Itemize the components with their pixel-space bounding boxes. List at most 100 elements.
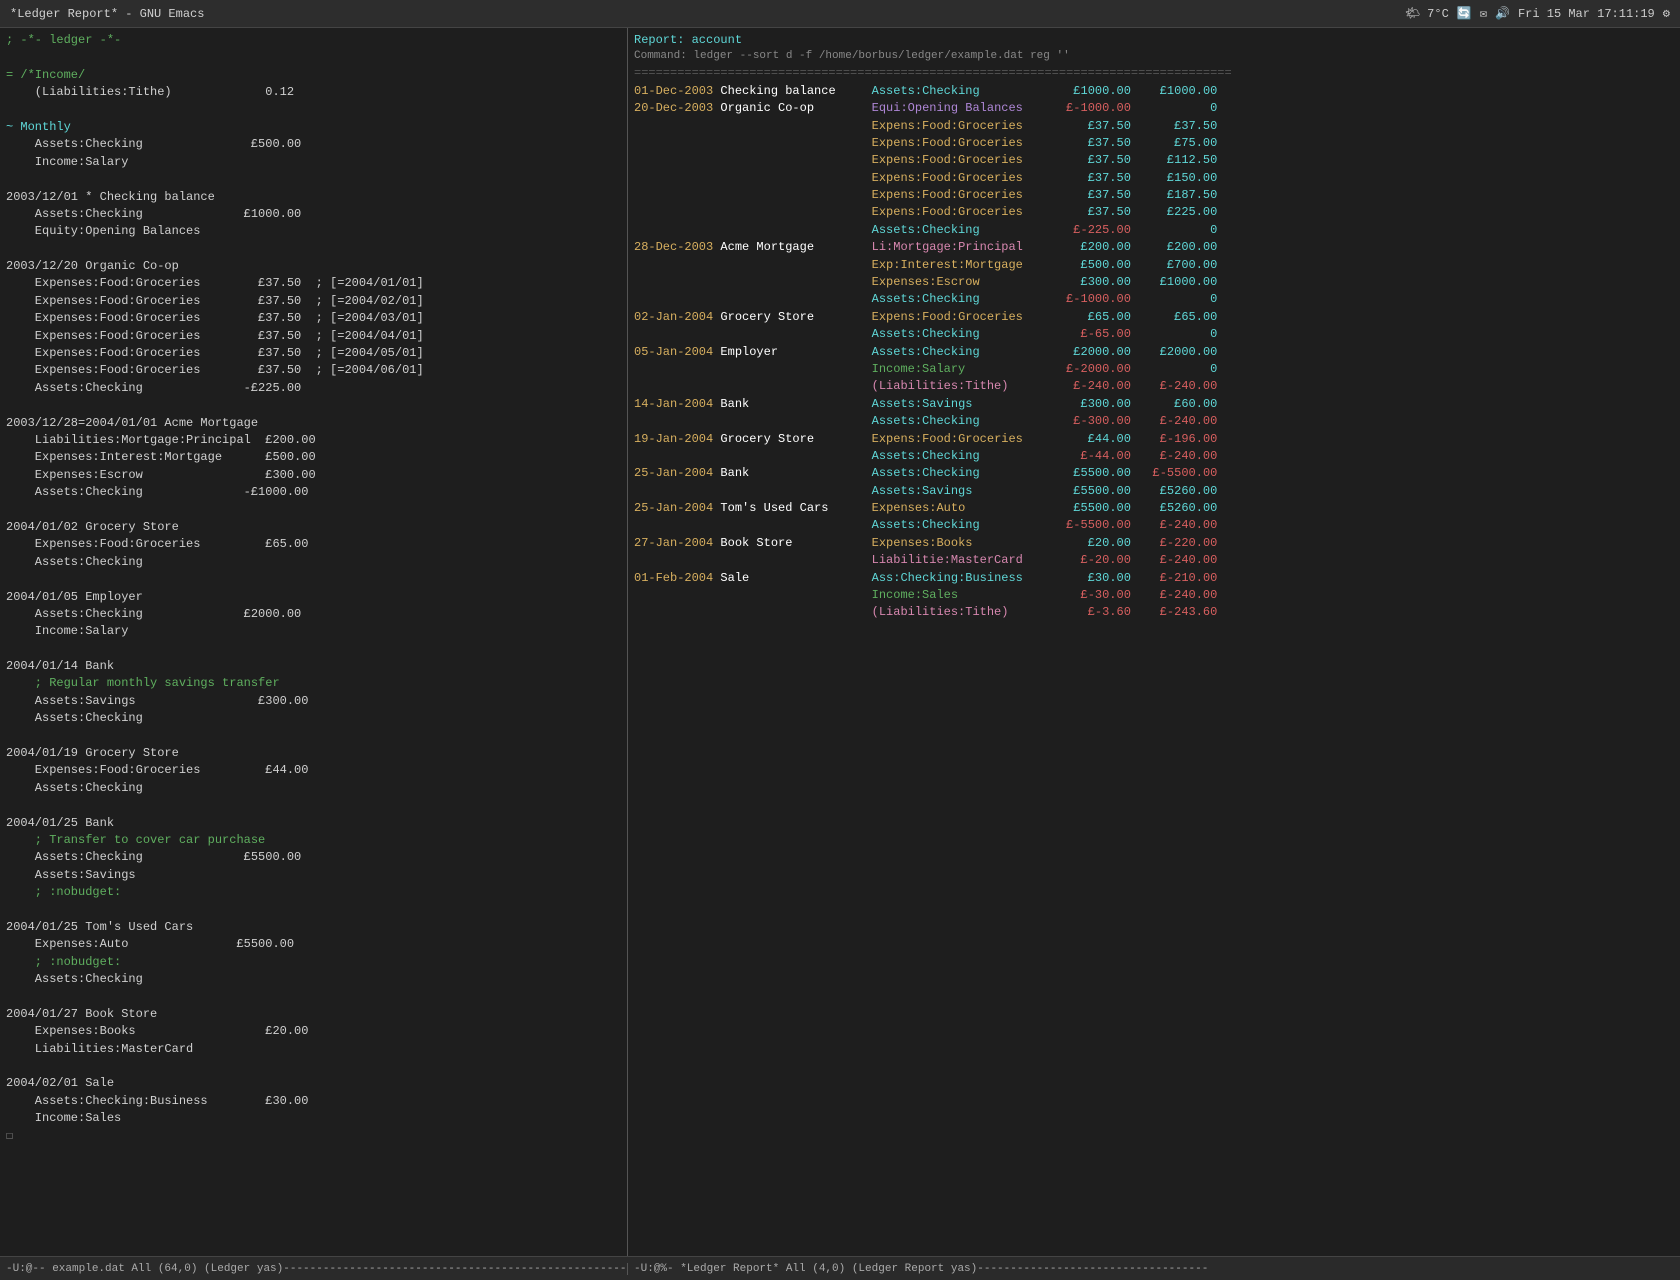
tx-amount: £500.00 — [1059, 258, 1131, 272]
tx-amount: £-3.60 — [1059, 605, 1131, 619]
tx-amount: £-225.00 — [1059, 223, 1131, 237]
tx-account: Assets:Checking — [872, 414, 980, 428]
right-pane[interactable]: Report: accountCommand: ledger --sort d … — [628, 28, 1680, 1256]
tx-date: 01-Feb-2004 — [634, 571, 713, 585]
tx-amount: £5500.00 — [1059, 484, 1131, 498]
report-row: 27-Jan-2004 Book Store Expenses:Books £2… — [634, 535, 1674, 552]
report-row: Expens:Food:Groceries £37.50 £112.50 — [634, 152, 1674, 169]
statusbar-right: -U:@%- *Ledger Report* All (4,0) (Ledger… — [628, 1263, 1680, 1275]
statusbar: -U:@-- example.dat All (64,0) (Ledger ya… — [0, 1256, 1680, 1280]
left-line: 2004/01/14 Bank — [6, 658, 621, 675]
tx-desc: Grocery Store — [720, 310, 814, 324]
report-row: Expens:Food:Groceries £37.50 £150.00 — [634, 170, 1674, 187]
tx-total: £60.00 — [1145, 397, 1217, 411]
tx-total: £1000.00 — [1145, 275, 1217, 289]
report-row: Expens:Food:Groceries £37.50 £75.00 — [634, 135, 1674, 152]
tx-total: £37.50 — [1145, 119, 1217, 133]
tx-amount: £37.50 — [1059, 153, 1131, 167]
tx-total: £-220.00 — [1145, 536, 1217, 550]
tx-total: 0 — [1145, 292, 1217, 306]
left-line: Assets:Checking — [6, 554, 621, 571]
left-line: Expenses:Escrow £300.00 — [6, 467, 621, 484]
left-line: ; Transfer to cover car purchase — [6, 832, 621, 849]
left-line: 2004/01/19 Grocery Store — [6, 745, 621, 762]
tx-desc: Acme Mortgage — [720, 240, 814, 254]
report-row: Assets:Checking £-300.00 £-240.00 — [634, 413, 1674, 430]
left-editor: ; -*- ledger -*- = /*Income/ (Liabilitie… — [6, 32, 621, 1145]
right-report: Report: accountCommand: ledger --sort d … — [634, 32, 1674, 622]
left-line: Expenses:Food:Groceries £37.50 ; [=2004/… — [6, 310, 621, 327]
tx-account: Assets:Checking — [872, 223, 980, 237]
audio-icon: 🔊 — [1495, 6, 1510, 21]
left-line — [6, 502, 621, 519]
left-line: Liabilities:Mortgage:Principal £200.00 — [6, 432, 621, 449]
left-line: 2004/01/05 Employer — [6, 589, 621, 606]
tx-account: Li:Mortgage:Principal — [872, 240, 1023, 254]
report-row: 01-Dec-2003 Checking balance Assets:Chec… — [634, 83, 1674, 100]
left-line: Expenses:Food:Groceries £37.50 ; [=2004/… — [6, 328, 621, 345]
tx-total: £-240.00 — [1145, 414, 1217, 428]
tx-amount: £-1000.00 — [1059, 101, 1131, 115]
tx-account: Assets:Checking — [872, 292, 980, 306]
tx-amount: £200.00 — [1059, 240, 1131, 254]
tx-account: Assets:Checking — [872, 449, 980, 463]
tx-amount: £-5500.00 — [1059, 518, 1131, 532]
tx-account: Ass:Checking:Business — [872, 571, 1023, 585]
left-line: Assets:Savings £300.00 — [6, 693, 621, 710]
clock: Fri 15 Mar 17:11:19 — [1518, 7, 1655, 21]
report-row: Exp:Interest:Mortgage £500.00 £700.00 — [634, 257, 1674, 274]
titlebar-right: 🌤 7°C 🔄 ✉ 🔊 Fri 15 Mar 17:11:19 ⚙ — [1405, 6, 1670, 21]
tx-total: 0 — [1145, 223, 1217, 237]
left-line: Assets:Checking -£225.00 — [6, 380, 621, 397]
tx-total: £2000.00 — [1145, 345, 1217, 359]
left-line: 2004/01/27 Book Store — [6, 1006, 621, 1023]
left-line: ~ Monthly — [6, 119, 621, 136]
tx-account: Expens:Food:Groceries — [872, 310, 1023, 324]
left-line — [6, 728, 621, 745]
report-command: Command: ledger --sort d -f /home/borbus… — [634, 49, 1674, 65]
tx-account: Assets:Checking — [872, 327, 980, 341]
left-line: 2004/01/25 Bank — [6, 815, 621, 832]
left-line — [6, 49, 621, 66]
tx-total: £-210.00 — [1145, 571, 1217, 585]
left-line: Expenses:Food:Groceries £44.00 — [6, 762, 621, 779]
tx-account: Assets:Savings — [872, 397, 973, 411]
tx-amount: £37.50 — [1059, 188, 1131, 202]
sync-icon: 🔄 — [1457, 6, 1472, 21]
left-line — [6, 241, 621, 258]
left-line: Expenses:Food:Groceries £37.50 ; [=2004/… — [6, 362, 621, 379]
report-row: Assets:Savings £5500.00 £5260.00 — [634, 483, 1674, 500]
left-line: Assets:Checking — [6, 710, 621, 727]
tx-amount: £-2000.00 — [1059, 362, 1131, 376]
left-line: ; Regular monthly savings transfer — [6, 675, 621, 692]
left-line: ; :nobudget: — [6, 954, 621, 971]
left-line — [6, 171, 621, 188]
tx-account: Liabilitie:MasterCard — [872, 553, 1023, 567]
report-row: Assets:Checking £-44.00 £-240.00 — [634, 448, 1674, 465]
left-line: Assets:Checking £1000.00 — [6, 206, 621, 223]
left-line — [6, 797, 621, 814]
report-row: 19-Jan-2004 Grocery Store Expens:Food:Gr… — [634, 431, 1674, 448]
report-title: Report: account — [634, 32, 1674, 49]
tx-total: £-5500.00 — [1145, 466, 1217, 480]
tx-total: £-240.00 — [1145, 518, 1217, 532]
report-divider: ========================================… — [634, 65, 1674, 82]
tx-total: £200.00 — [1145, 240, 1217, 254]
tx-desc: Employer — [720, 345, 778, 359]
report-row: Liabilitie:MasterCard £-20.00 £-240.00 — [634, 552, 1674, 569]
tx-amount: £5500.00 — [1059, 466, 1131, 480]
tx-total: 0 — [1145, 101, 1217, 115]
tx-account: Income:Salary — [872, 362, 966, 376]
tx-amount: £-44.00 — [1059, 449, 1131, 463]
left-pane[interactable]: ; -*- ledger -*- = /*Income/ (Liabilitie… — [0, 28, 628, 1256]
report-row: 02-Jan-2004 Grocery Store Expens:Food:Gr… — [634, 309, 1674, 326]
tx-amount: £37.50 — [1059, 136, 1131, 150]
tx-date: 05-Jan-2004 — [634, 345, 713, 359]
tx-date: 14-Jan-2004 — [634, 397, 713, 411]
report-row: 25-Jan-2004 Bank Assets:Checking £5500.0… — [634, 465, 1674, 482]
tx-account: Expenses:Auto — [872, 501, 966, 515]
tx-total: £187.50 — [1145, 188, 1217, 202]
tx-amount: £37.50 — [1059, 119, 1131, 133]
tx-account: Assets:Checking — [872, 345, 980, 359]
tx-total: £75.00 — [1145, 136, 1217, 150]
